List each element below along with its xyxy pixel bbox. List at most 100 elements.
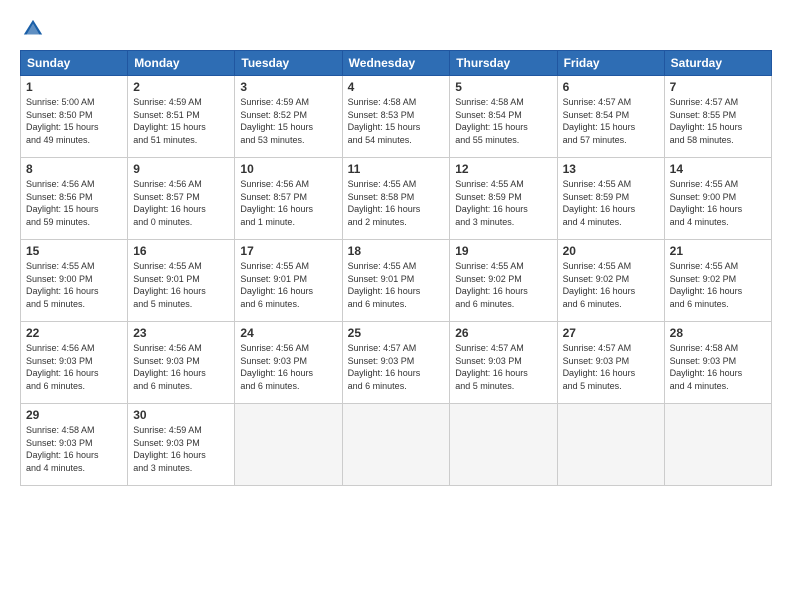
calendar-day-cell: 27 Sunrise: 4:57 AM Sunset: 9:03 PM Dayli… (557, 322, 664, 404)
calendar-day-cell: 9Sunrise: 4:56 AM Sunset: 8:57 PM Daylig… (128, 158, 235, 240)
calendar-day-cell: 2 Sunrise: 4:59 AM Sunset: 8:51 PM Daylig… (128, 76, 235, 158)
header (20, 18, 772, 40)
day-info: Sunrise: 4:55 AM Sunset: 9:01 PM Dayligh… (348, 260, 445, 310)
day-number: 7 (670, 80, 766, 94)
logo-icon (22, 18, 44, 40)
day-info: Sunrise: 4:57 AM Sunset: 8:54 PM Dayligh… (563, 96, 659, 146)
day-number: 5 (455, 80, 551, 94)
day-info: Sunrise: 4:55 AM Sunset: 8:59 PM Dayligh… (455, 178, 551, 228)
calendar-day-cell (664, 404, 771, 486)
day-info: Sunrise: 4:56 AM Sunset: 9:03 PM Dayligh… (133, 342, 229, 392)
day-number: 1 (26, 80, 122, 94)
calendar-day-cell: 6 Sunrise: 4:57 AM Sunset: 8:54 PM Daylig… (557, 76, 664, 158)
calendar-day-header: Tuesday (235, 51, 342, 76)
day-number: 14 (670, 162, 766, 176)
calendar-header-row: SundayMondayTuesdayWednesdayThursdayFrid… (21, 51, 772, 76)
calendar-day-cell: 22Sunrise: 4:56 AM Sunset: 9:03 PM Dayli… (21, 322, 128, 404)
calendar-day-cell: 24Sunrise: 4:56 AM Sunset: 9:03 PM Dayli… (235, 322, 342, 404)
day-info: Sunrise: 4:55 AM Sunset: 9:01 PM Dayligh… (133, 260, 229, 310)
calendar-day-header: Monday (128, 51, 235, 76)
calendar-day-cell (342, 404, 450, 486)
day-number: 24 (240, 326, 336, 340)
day-number: 11 (348, 162, 445, 176)
calendar-day-cell: 5 Sunrise: 4:58 AM Sunset: 8:54 PM Daylig… (450, 76, 557, 158)
calendar-day-cell: 1 Sunrise: 5:00 AM Sunset: 8:50 PM Daylig… (21, 76, 128, 158)
day-number: 25 (348, 326, 445, 340)
day-number: 19 (455, 244, 551, 258)
day-number: 22 (26, 326, 122, 340)
day-info: Sunrise: 4:55 AM Sunset: 9:00 PM Dayligh… (26, 260, 122, 310)
calendar-day-cell: 25 Sunrise: 4:57 AM Sunset: 9:03 PM Dayli… (342, 322, 450, 404)
calendar-day-cell: 29Sunrise: 4:58 AM Sunset: 9:03 PM Dayli… (21, 404, 128, 486)
day-info: Sunrise: 4:55 AM Sunset: 9:02 PM Dayligh… (670, 260, 766, 310)
day-info: Sunrise: 4:59 AM Sunset: 8:51 PM Dayligh… (133, 96, 229, 146)
calendar-day-header: Saturday (664, 51, 771, 76)
day-number: 16 (133, 244, 229, 258)
day-info: Sunrise: 4:57 AM Sunset: 9:03 PM Dayligh… (455, 342, 551, 392)
logo (20, 18, 44, 40)
day-number: 26 (455, 326, 551, 340)
calendar-day-cell: 12 Sunrise: 4:55 AM Sunset: 8:59 PM Dayli… (450, 158, 557, 240)
day-info: Sunrise: 4:55 AM Sunset: 9:00 PM Dayligh… (670, 178, 766, 228)
calendar-day-cell: 23 Sunrise: 4:56 AM Sunset: 9:03 PM Dayli… (128, 322, 235, 404)
calendar-week-row: 1 Sunrise: 5:00 AM Sunset: 8:50 PM Daylig… (21, 76, 772, 158)
day-number: 12 (455, 162, 551, 176)
calendar-day-cell: 26 Sunrise: 4:57 AM Sunset: 9:03 PM Dayli… (450, 322, 557, 404)
day-info: Sunrise: 4:55 AM Sunset: 9:01 PM Dayligh… (240, 260, 336, 310)
calendar-week-row: 15 Sunrise: 4:55 AM Sunset: 9:00 PM Dayli… (21, 240, 772, 322)
day-number: 6 (563, 80, 659, 94)
calendar-day-cell: 18 Sunrise: 4:55 AM Sunset: 9:01 PM Dayli… (342, 240, 450, 322)
calendar-day-cell: 15 Sunrise: 4:55 AM Sunset: 9:00 PM Dayli… (21, 240, 128, 322)
calendar-day-cell: 8 Sunrise: 4:56 AM Sunset: 8:56 PM Daylig… (21, 158, 128, 240)
calendar-week-row: 22 Sunrise: 4:56 AM Sunset: 9:03 PM Dayli… (21, 322, 772, 404)
day-info: Sunrise: 4:58 AM Sunset: 8:54 PM Dayligh… (455, 96, 551, 146)
calendar-day-cell (557, 404, 664, 486)
day-info: Sunrise: 4:55 AM Sunset: 9:02 PM Dayligh… (455, 260, 551, 310)
calendar-table: SundayMondayTuesdayWednesdayThursdayFrid… (20, 50, 772, 486)
day-info: Sunrise: 4:56 AM Sunset: 8:56 PM Dayligh… (26, 178, 122, 228)
day-number: 8 (26, 162, 122, 176)
day-number: 18 (348, 244, 445, 258)
day-info: Sunrise: 5:00 AM Sunset: 8:50 PM Dayligh… (26, 96, 122, 146)
day-info: Sunrise: 4:56 AM Sunset: 8:57 PM Dayligh… (133, 178, 229, 228)
calendar-day-cell: 19 Sunrise: 4:55 AM Sunset: 9:02 PM Dayli… (450, 240, 557, 322)
calendar-day-cell: 14 Sunrise: 4:55 AM Sunset: 9:00 PM Dayli… (664, 158, 771, 240)
day-info: Sunrise: 4:56 AM Sunset: 8:57 PM Dayligh… (240, 178, 336, 228)
calendar-day-cell: 7 Sunrise: 4:57 AM Sunset: 8:55 PM Daylig… (664, 76, 771, 158)
calendar-day-cell: 13Sunrise: 4:55 AM Sunset: 8:59 PM Dayli… (557, 158, 664, 240)
calendar-day-header: Friday (557, 51, 664, 76)
day-number: 23 (133, 326, 229, 340)
calendar-week-row: 8 Sunrise: 4:56 AM Sunset: 8:56 PM Daylig… (21, 158, 772, 240)
calendar-day-header: Sunday (21, 51, 128, 76)
day-number: 17 (240, 244, 336, 258)
day-number: 29 (26, 408, 122, 422)
day-info: Sunrise: 4:57 AM Sunset: 9:03 PM Dayligh… (563, 342, 659, 392)
day-number: 15 (26, 244, 122, 258)
day-number: 2 (133, 80, 229, 94)
day-number: 21 (670, 244, 766, 258)
day-number: 4 (348, 80, 445, 94)
calendar-day-cell (235, 404, 342, 486)
day-number: 27 (563, 326, 659, 340)
day-info: Sunrise: 4:57 AM Sunset: 8:55 PM Dayligh… (670, 96, 766, 146)
calendar-day-cell: 17 Sunrise: 4:55 AM Sunset: 9:01 PM Dayli… (235, 240, 342, 322)
day-number: 3 (240, 80, 336, 94)
calendar-day-cell: 4Sunrise: 4:58 AM Sunset: 8:53 PM Daylig… (342, 76, 450, 158)
calendar-week-row: 29Sunrise: 4:58 AM Sunset: 9:03 PM Dayli… (21, 404, 772, 486)
calendar-day-cell: 16 Sunrise: 4:55 AM Sunset: 9:01 PM Dayli… (128, 240, 235, 322)
calendar-day-cell: 10 Sunrise: 4:56 AM Sunset: 8:57 PM Dayli… (235, 158, 342, 240)
day-info: Sunrise: 4:59 AM Sunset: 8:52 PM Dayligh… (240, 96, 336, 146)
day-info: Sunrise: 4:55 AM Sunset: 9:02 PM Dayligh… (563, 260, 659, 310)
day-info: Sunrise: 4:57 AM Sunset: 9:03 PM Dayligh… (348, 342, 445, 392)
day-info: Sunrise: 4:59 AM Sunset: 9:03 PM Dayligh… (133, 424, 229, 474)
calendar-day-header: Wednesday (342, 51, 450, 76)
calendar-day-cell (450, 404, 557, 486)
day-info: Sunrise: 4:58 AM Sunset: 9:03 PM Dayligh… (670, 342, 766, 392)
day-number: 20 (563, 244, 659, 258)
calendar-day-cell: 11 Sunrise: 4:55 AM Sunset: 8:58 PM Dayli… (342, 158, 450, 240)
calendar-day-header: Thursday (450, 51, 557, 76)
day-info: Sunrise: 4:55 AM Sunset: 8:58 PM Dayligh… (348, 178, 445, 228)
calendar-day-cell: 21 Sunrise: 4:55 AM Sunset: 9:02 PM Dayli… (664, 240, 771, 322)
day-number: 10 (240, 162, 336, 176)
calendar-day-cell: 20 Sunrise: 4:55 AM Sunset: 9:02 PM Dayli… (557, 240, 664, 322)
